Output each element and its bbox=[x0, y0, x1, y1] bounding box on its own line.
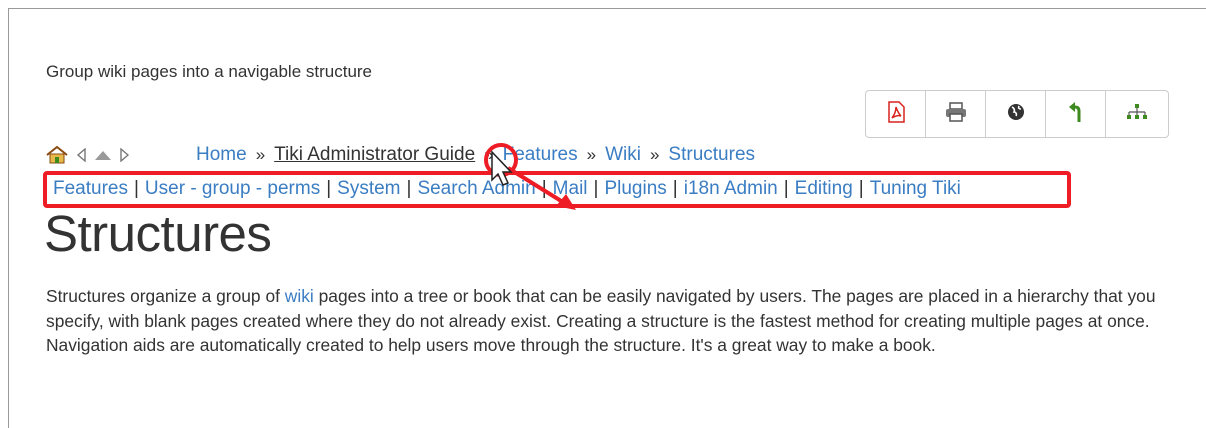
breadcrumb-separator: » bbox=[649, 145, 660, 164]
parent-page-icon[interactable] bbox=[94, 149, 112, 161]
breadcrumb-features[interactable]: Features bbox=[503, 144, 578, 166]
wiki-link[interactable]: wiki bbox=[285, 286, 314, 306]
breadcrumb-tiki-admin-guide[interactable]: Tiki Administrator Guide bbox=[274, 144, 475, 166]
toc-link-i18n-admin[interactable]: i18n Admin bbox=[684, 178, 778, 200]
structure-button[interactable] bbox=[1106, 91, 1168, 137]
breadcrumb-separator: » bbox=[586, 145, 597, 164]
globe-icon bbox=[1007, 103, 1025, 126]
structure-tree-icon bbox=[1126, 103, 1148, 126]
page-title: Structures bbox=[44, 205, 272, 262]
toc-link-system[interactable]: System bbox=[337, 178, 400, 200]
back-button[interactable] bbox=[1046, 91, 1106, 137]
structure-navigation: Home » Tiki Administrator Guide » Featur… bbox=[46, 143, 755, 167]
breadcrumb-structures[interactable]: Structures bbox=[668, 144, 755, 166]
translate-button[interactable] bbox=[986, 91, 1046, 137]
structure-nav-icons bbox=[46, 146, 196, 164]
previous-page-icon[interactable] bbox=[76, 148, 86, 162]
body-text-part: Structures organize a group of bbox=[46, 286, 285, 306]
breadcrumb-home[interactable]: Home bbox=[196, 144, 247, 166]
back-arrow-icon bbox=[1068, 101, 1084, 128]
toc-link-tuning-tiki[interactable]: Tuning Tiki bbox=[870, 178, 961, 200]
toc-link-editing[interactable]: Editing bbox=[795, 178, 853, 200]
breadcrumb-wiki[interactable]: Wiki bbox=[605, 144, 641, 166]
toc-separator: | bbox=[326, 178, 332, 199]
breadcrumb: Home » Tiki Administrator Guide » Featur… bbox=[196, 144, 755, 166]
print-button[interactable] bbox=[926, 91, 986, 137]
pdf-icon bbox=[886, 100, 906, 128]
toc-separator: | bbox=[133, 178, 139, 199]
toc-separator: | bbox=[406, 178, 412, 199]
next-page-icon[interactable] bbox=[120, 148, 130, 162]
page-body-text: Structures organize a group of wiki page… bbox=[46, 284, 1171, 358]
toc-separator: | bbox=[541, 178, 547, 199]
toc-separator: | bbox=[858, 178, 864, 199]
toc-separator: | bbox=[593, 178, 599, 199]
toc-link-plugins[interactable]: Plugins bbox=[604, 178, 666, 200]
toc-separator: | bbox=[672, 178, 678, 199]
toc-link-user-group-perms[interactable]: User - group - perms bbox=[145, 178, 320, 200]
toc-link-search-admin[interactable]: Search Admin bbox=[417, 178, 535, 200]
breadcrumb-separator: » bbox=[255, 145, 266, 164]
print-icon bbox=[945, 101, 967, 127]
toc-link-mail[interactable]: Mail bbox=[553, 178, 588, 200]
pdf-button[interactable] bbox=[866, 91, 926, 137]
breadcrumb-separator: » bbox=[484, 145, 494, 164]
page-toolbar bbox=[865, 90, 1169, 138]
toc-link-features[interactable]: Features bbox=[53, 178, 128, 200]
toc-separator: | bbox=[783, 178, 789, 199]
page-description: Group wiki pages into a navigable struct… bbox=[46, 62, 373, 81]
admin-guide-toc: Features | User - group - perms | System… bbox=[53, 178, 961, 200]
home-icon[interactable] bbox=[46, 146, 68, 164]
